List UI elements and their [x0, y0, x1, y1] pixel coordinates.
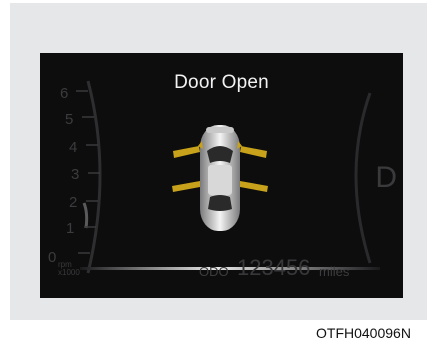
tach-number-6: 6 — [60, 85, 69, 102]
tach-number-4: 4 — [69, 139, 78, 156]
gear-indicator: D — [375, 161, 397, 194]
tach-number-2: 2 — [69, 194, 78, 211]
tach-number-5: 5 — [65, 111, 74, 128]
rear-right-door-icon — [240, 181, 268, 192]
rpm-multiplier: x1000 — [58, 268, 80, 277]
tachometer-arc — [86, 80, 102, 274]
speedometer-arc — [354, 92, 372, 264]
tach-number-1: 1 — [66, 220, 75, 237]
rear-left-door-icon — [172, 181, 200, 192]
figure: Door Open 6 5 4 3 2 1 0 rpm x1000 D ODO … — [0, 0, 437, 345]
front-left-door-icon — [173, 146, 200, 158]
tach-number-0: 0 — [48, 249, 57, 266]
car-top-view-icon — [200, 125, 240, 231]
odometer-unit: miles — [319, 264, 350, 279]
front-right-door-icon — [240, 146, 267, 158]
tachometer-redline — [82, 202, 89, 229]
odometer-value: 123456 — [237, 255, 311, 280]
instrument-cluster-display: Door Open 6 5 4 3 2 1 0 rpm x1000 D ODO … — [40, 53, 403, 298]
door-open-message: Door Open — [174, 72, 269, 93]
rpm-unit-label: rpm x1000 — [58, 261, 80, 277]
tach-number-3: 3 — [71, 166, 80, 183]
figure-caption: OTFH040096N — [316, 325, 411, 341]
odometer-label: ODO — [199, 264, 229, 279]
